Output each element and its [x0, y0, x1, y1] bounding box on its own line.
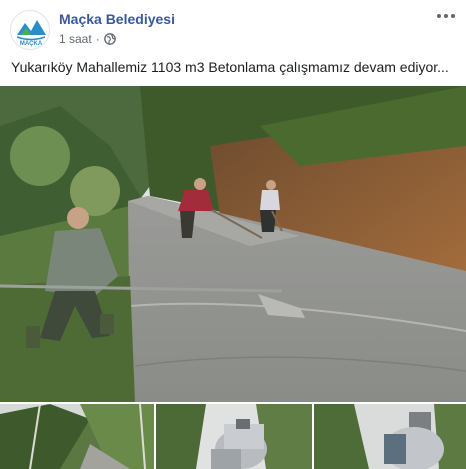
- post-text: Yukarıköy Mahallemiz 1103 m3 Betonlama ç…: [11, 59, 449, 75]
- facebook-post: MAÇKA Maçka Belediyesi 1 saat · Yukarıkö…: [0, 0, 466, 469]
- post-timestamp[interactable]: 1 saat: [59, 32, 92, 46]
- page-avatar[interactable]: MAÇKA: [10, 10, 50, 50]
- page-name-link[interactable]: Maçka Belediyesi: [59, 11, 175, 27]
- main-photo[interactable]: [0, 86, 466, 402]
- svg-text:MAÇKA: MAÇKA: [20, 41, 43, 47]
- thumbnail-photo-2[interactable]: [156, 404, 312, 469]
- globe-icon[interactable]: [103, 33, 116, 45]
- thumbnail-photo-1[interactable]: [0, 404, 154, 469]
- thumbnail-photo-3[interactable]: [314, 404, 466, 469]
- post-meta: 1 saat ·: [59, 32, 116, 46]
- photo-thumbnails: [0, 404, 466, 469]
- more-options-icon[interactable]: [434, 8, 458, 24]
- macka-logo: MAÇKA: [11, 11, 49, 49]
- meta-separator: ·: [95, 32, 100, 46]
